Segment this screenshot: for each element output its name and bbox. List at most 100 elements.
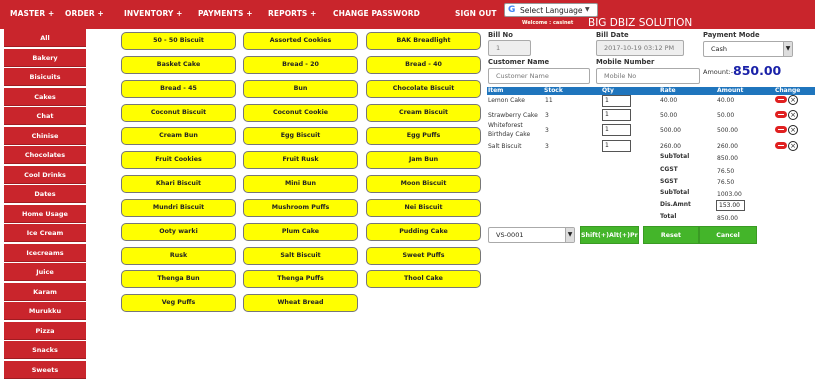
row-item-line1: Whiteforest (488, 122, 523, 129)
sgst-value: 76.50 (717, 179, 735, 186)
nav-inventory[interactable]: INVENTORY + (124, 9, 183, 18)
bill-date-label: Bill Date (596, 31, 629, 39)
product-button[interactable]: Fruit Cookies (121, 151, 236, 169)
product-button[interactable]: Ooty warki (121, 223, 236, 241)
category-sidebar: All Bakery Bisicuits Cakes Chat Chinise … (4, 29, 86, 379)
product-button[interactable]: Bread - 40 (366, 56, 481, 74)
row-item: Salt Biscuit (488, 143, 522, 150)
category-item-karam[interactable]: Karam (4, 283, 86, 301)
nav-order[interactable]: ORDER + (65, 9, 104, 18)
sgst-label: SGST (660, 178, 678, 185)
product-button[interactable]: Bun (243, 80, 358, 98)
product-button[interactable]: BAK Breadlight (366, 32, 481, 50)
category-item-chat[interactable]: Chat (4, 107, 86, 125)
category-item-home-usage[interactable]: Home Usage (4, 205, 86, 223)
product-button[interactable]: Chocolate Biscuit (366, 80, 481, 98)
language-select[interactable]: G Select Language ▼ (504, 3, 598, 17)
category-item-dates[interactable]: Dates (4, 185, 86, 203)
category-item-icecreams[interactable]: Icecreams (4, 244, 86, 262)
row-qty-input[interactable]: 1 (602, 95, 631, 107)
nav-master[interactable]: MASTER + (10, 9, 54, 18)
nav-payments[interactable]: PAYMENTS + (198, 9, 253, 18)
discount-input[interactable]: 153.00 (716, 200, 745, 211)
product-button[interactable]: Basket Cake (121, 56, 236, 74)
row-rate: 50.00 (660, 112, 678, 119)
amount-label: Amount:- (703, 68, 734, 76)
row-qty-input[interactable]: 1 (602, 109, 631, 121)
product-button[interactable]: Thool Cake (366, 270, 481, 288)
product-button[interactable]: Sweet Puffs (366, 247, 481, 265)
cancel-button[interactable]: Cancel (699, 226, 757, 244)
row-qty-input[interactable]: 1 (602, 124, 631, 136)
category-item-juice[interactable]: Juice (4, 263, 86, 281)
close-icon[interactable]: × (788, 141, 798, 151)
col-header-amount: Amount (717, 87, 744, 94)
row-rate: 40.00 (660, 97, 678, 104)
close-icon[interactable]: × (788, 125, 798, 135)
product-button[interactable]: Coconut Cookie (243, 104, 358, 122)
items-table-header: Item Stock Qty Rate Amount Change (487, 87, 815, 95)
bill-no-field: 1 (488, 40, 531, 56)
category-item-murukku[interactable]: Murukku (4, 302, 86, 320)
product-button[interactable]: 50 - 50 Biscuit (121, 32, 236, 50)
print-button[interactable]: Shift(+)Alt(+)Print (580, 226, 639, 244)
product-button[interactable]: Egg Puffs (366, 127, 481, 145)
cgst-label: CGST (660, 166, 678, 173)
category-item-ice-cream[interactable]: Ice Cream (4, 224, 86, 242)
product-button[interactable]: Salt Biscuit (243, 247, 358, 265)
category-item-bakery[interactable]: Bakery (4, 49, 86, 67)
category-item-chinise[interactable]: Chinise (4, 127, 86, 145)
category-item-biscuits[interactable]: Bisicuits (4, 68, 86, 86)
row-amount: 40.00 (717, 97, 735, 104)
product-button[interactable]: Pudding Cake (366, 223, 481, 241)
customer-name-input[interactable]: Customer Name (488, 68, 590, 84)
product-button[interactable]: Moon Biscuit (366, 175, 481, 193)
category-item-chocolates[interactable]: Chocolates (4, 146, 86, 164)
category-item-sweets[interactable]: Sweets (4, 361, 86, 379)
product-button[interactable]: Bread - 45 (121, 80, 236, 98)
product-button[interactable]: Nei Biscuit (366, 199, 481, 217)
product-button[interactable]: Egg Biscuit (243, 127, 358, 145)
product-button[interactable]: Fruit Rusk (243, 151, 358, 169)
product-button[interactable]: Rusk (121, 247, 236, 265)
close-icon[interactable]: × (788, 95, 798, 105)
product-button[interactable]: Thenga Puffs (243, 270, 358, 288)
payment-mode-select[interactable]: Cash ▼ (703, 41, 793, 57)
row-qty-input[interactable]: 1 (602, 140, 631, 152)
nav-sign-out[interactable]: SIGN OUT (455, 9, 497, 18)
product-button[interactable]: Cream Biscuit (366, 104, 481, 122)
category-item-cakes[interactable]: Cakes (4, 88, 86, 106)
mobile-number-input[interactable]: Mobile No (596, 68, 700, 84)
product-button[interactable]: Coconut Biscuit (121, 104, 236, 122)
reset-button[interactable]: Reset (643, 226, 699, 244)
product-button[interactable]: Plum Cake (243, 223, 358, 241)
product-button[interactable]: Bread - 20 (243, 56, 358, 74)
product-button[interactable]: Thenga Bun (121, 270, 236, 288)
product-button[interactable]: Jam Bun (366, 151, 481, 169)
category-item-all[interactable]: All (4, 29, 86, 47)
product-button[interactable]: Khari Biscuit (121, 175, 236, 193)
product-button[interactable]: Assorted Cookies (243, 32, 358, 50)
billing-app: MASTER + ORDER + INVENTORY + PAYMENTS + … (0, 0, 815, 379)
remove-icon[interactable] (775, 111, 787, 118)
product-button[interactable]: Cream Bun (121, 127, 236, 145)
product-button[interactable]: Veg Puffs (121, 294, 236, 312)
google-translate-icon: G (508, 5, 516, 15)
bill-date-field: 2017-10-19 03:12 PM (596, 40, 684, 56)
remove-icon[interactable] (775, 126, 787, 133)
product-button[interactable]: Wheat Bread (243, 294, 358, 312)
nav-change-password[interactable]: CHANGE PASSWORD (333, 9, 420, 18)
remove-icon[interactable] (775, 142, 787, 149)
product-button[interactable]: Mushroom Puffs (243, 199, 358, 217)
category-item-pizza[interactable]: Pizza (4, 322, 86, 340)
vs-select[interactable]: VS-0001 ▼ (488, 227, 575, 243)
nav-reports[interactable]: REPORTS + (268, 9, 317, 18)
product-button[interactable]: Mundri Biscuit (121, 199, 236, 217)
remove-icon[interactable] (775, 96, 787, 103)
product-button[interactable]: Mini Bun (243, 175, 358, 193)
category-item-cool-drinks[interactable]: Cool Drinks (4, 166, 86, 184)
category-item-snacks[interactable]: Snacks (4, 341, 86, 359)
close-icon[interactable]: × (788, 110, 798, 120)
chevron-down-icon: ▼ (783, 42, 792, 56)
row-amount: 260.00 (717, 143, 738, 150)
